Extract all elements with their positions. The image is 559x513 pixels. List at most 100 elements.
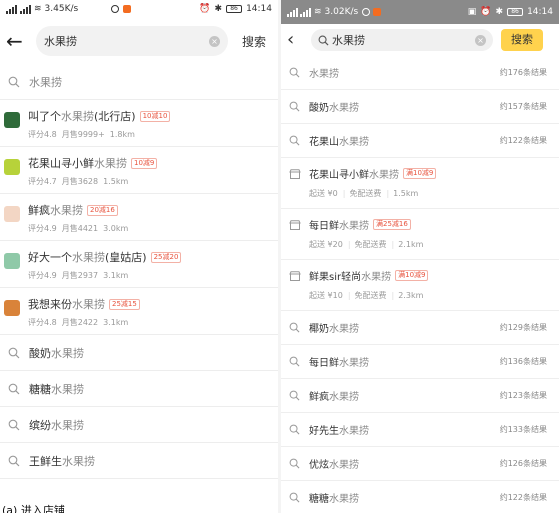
shop-name-keyword: 水果捞 (50, 204, 83, 217)
promo-badge: 10减9 (131, 157, 158, 169)
result-count: 约157条结果 (499, 102, 547, 111)
suggestion-keyword: 水果捞 (329, 392, 359, 403)
result-count: 约122条结果 (499, 493, 547, 502)
bluetooth-icon: ✱ (495, 7, 504, 17)
clock: 14:14 (246, 4, 272, 14)
suggestion-item[interactable]: 王鲜生 水果捞 (0, 443, 278, 479)
suggestion-item[interactable]: 糖糖 水果捞 (0, 371, 278, 407)
suggestion-prefix: 优炫 (309, 460, 329, 471)
result-count: 约136条结果 (499, 357, 547, 366)
shop-thumbnail (4, 253, 20, 269)
shop-rating: 评分4.7 (28, 177, 57, 186)
result-count: 约126条结果 (499, 459, 547, 468)
shop-name: 每日鲜 水果捞 满25减16 (309, 217, 559, 232)
min-order: 起送 ¥10 (309, 291, 343, 300)
shop-distance: 3.1km (103, 271, 129, 280)
search-button[interactable]: 搜索 (501, 29, 543, 51)
search-button[interactable]: 搜索 (242, 33, 272, 50)
min-order: 起送 ¥20 (309, 240, 343, 249)
shop-meta: 起送 ¥20 免配送费 2.1km (309, 239, 559, 250)
clear-icon[interactable]: × (475, 34, 486, 46)
shop-name-prefix: 我想来份 (28, 298, 72, 311)
search-icon (8, 419, 20, 430)
suggestion-item[interactable]: 酸奶 水果捞 约157条结果 (281, 90, 559, 124)
suggestion-item[interactable]: 糖糖 水果捞 约122条结果 (281, 481, 559, 513)
shop-sales: 月售3628 (61, 177, 99, 186)
suggestion-prefix: 每日鲜 (309, 358, 339, 369)
suggestion-item[interactable]: 鲜疯 水果捞 约123条结果 (281, 379, 559, 413)
shop-meta: 评分4.9 月售2937 3.1km (28, 270, 278, 281)
shop-meta: 评分4.8 月售2422 3.1km (28, 317, 278, 328)
network-speed: 3.45K/s (44, 4, 79, 14)
shop-thumbnail (4, 112, 20, 128)
shop-name-prefix: 花果山寻小鲜 (309, 170, 369, 181)
search-query: 水果捞 (332, 34, 365, 47)
shop-result[interactable]: 花果山寻小鲜 水果捞 10减9 评分4.7 月售3628 1.5km (0, 147, 278, 194)
battery-icon: 86 (507, 8, 524, 16)
shop-name-keyword: 水果捞 (72, 298, 105, 311)
search-input[interactable]: 水果捞 × (36, 26, 228, 56)
shop-result[interactable]: 叫了个 水果捞 (北行店) 10减10 评分4.8 月售9999+ 1.8km (0, 100, 278, 147)
shop-result[interactable]: 鲜疯 水果捞 20减16 评分4.9 月售4421 3.0km (0, 194, 278, 241)
promo-badge: 满25减16 (373, 219, 411, 230)
shop-result[interactable]: 每日鲜水果捞满25减16 起送 ¥20 免配送费 2.1km (281, 209, 559, 260)
wifi-icon: ≋ (34, 4, 42, 14)
promo-badge: 20减16 (87, 204, 118, 216)
suggestion-item[interactable]: 花果山 水果捞 约122条结果 (281, 124, 559, 158)
search-query: 水果捞 (44, 35, 77, 48)
suggestion-item[interactable]: 优炫 水果捞 约126条结果 (281, 447, 559, 481)
shop-name: 鲜疯 水果捞 20减16 (28, 202, 278, 218)
suggestion-prefix: 鲜疯 (309, 392, 329, 403)
result-count: 约176条结果 (499, 68, 547, 77)
left-status-bar: ≋ 3.45K/s ⏰ ✱ 86 14:14 (0, 0, 278, 18)
clear-icon[interactable]: × (209, 35, 220, 47)
search-icon (318, 35, 329, 46)
shop-name-keyword: 水果捞 (61, 110, 94, 123)
shop-name-prefix: 花果山寻小鲜 (28, 157, 94, 170)
left-results-list: 水果捞 叫了个 水果捞 (北行店) 10减10 评分4.8 月售9999+ 1.8km 花果山寻… (0, 64, 278, 479)
suggestion-item[interactable]: 酸奶 水果捞 (0, 335, 278, 371)
suggestion-item[interactable]: 缤纷 水果捞 (0, 407, 278, 443)
search-icon (289, 356, 300, 367)
result-count: 约122条结果 (499, 136, 547, 145)
chevron-left-icon[interactable]: ‹ (287, 31, 303, 49)
suggestion-item[interactable]: 水果捞 约176条结果 (281, 56, 559, 90)
signal-icon-2 (20, 4, 31, 14)
search-icon (8, 455, 20, 466)
suggestion-prefix: 好先生 (309, 426, 339, 437)
promo-badge: 25减20 (150, 251, 182, 263)
suggestion-item[interactable]: 好先生 水果捞 约133条结果 (281, 413, 559, 447)
shop-result[interactable]: 鲜果sir轻尚水果捞满10减9 起送 ¥10 免配送费 2.3km (281, 260, 559, 311)
signal-icon (6, 4, 17, 14)
shop-result[interactable]: 我想来份 水果捞 25减15 评分4.8 月售2422 3.1km (0, 288, 278, 335)
search-input[interactable]: 水果捞 × (311, 29, 493, 51)
suggestion-item[interactable]: 水果捞 (0, 64, 278, 100)
shop-result[interactable]: 花果山寻小鲜水果捞满10减9 起送 ¥0 免配送费 1.5km (281, 158, 559, 209)
back-arrow-icon[interactable]: ← (6, 31, 26, 51)
search-icon (289, 67, 300, 78)
left-phone-screen: ≋ 3.45K/s ⏰ ✱ 86 14:14 ← 水果捞 × 搜索 水果捞 叫了个… (0, 0, 278, 513)
notification-icon (373, 8, 382, 16)
shop-name-suffix: (北行店) (94, 110, 136, 123)
suggestion-keyword: 水果捞 (339, 137, 369, 148)
promo-badge: 满10减9 (403, 168, 437, 179)
shop-sales: 月售2937 (61, 271, 99, 280)
suggestion-item[interactable]: 每日鲜 水果捞 约136条结果 (281, 345, 559, 379)
shop-result[interactable]: 好大一个 水果捞 (皇姑店) 25减20 评分4.9 月售2937 3.1km (0, 241, 278, 288)
shop-rating: 评分4.9 (28, 271, 57, 280)
shop-thumbnail (4, 206, 20, 222)
store-icon (289, 220, 301, 230)
shop-thumbnail (4, 159, 20, 175)
shop-distance: 1.5km (386, 189, 418, 198)
suggestion-prefix: 酸奶 (29, 346, 51, 360)
shop-name: 我想来份 水果捞 25减15 (28, 296, 278, 312)
suggestion-item[interactable]: 椰奶 水果捞 约129条结果 (281, 311, 559, 345)
signal-icon (287, 7, 298, 17)
screenshot-root: ≋ 3.45K/s ⏰ ✱ 86 14:14 ← 水果捞 × 搜索 水果捞 叫了个… (0, 0, 559, 513)
battery-icon: 86 (226, 5, 243, 13)
store-icon (289, 169, 301, 179)
bluetooth-icon: ✱ (214, 4, 223, 14)
shop-name: 花果山寻小鲜 水果捞 10减9 (28, 155, 278, 171)
suggestion-keyword: 水果捞 (329, 494, 359, 505)
shop-sales: 月售2422 (61, 318, 99, 327)
